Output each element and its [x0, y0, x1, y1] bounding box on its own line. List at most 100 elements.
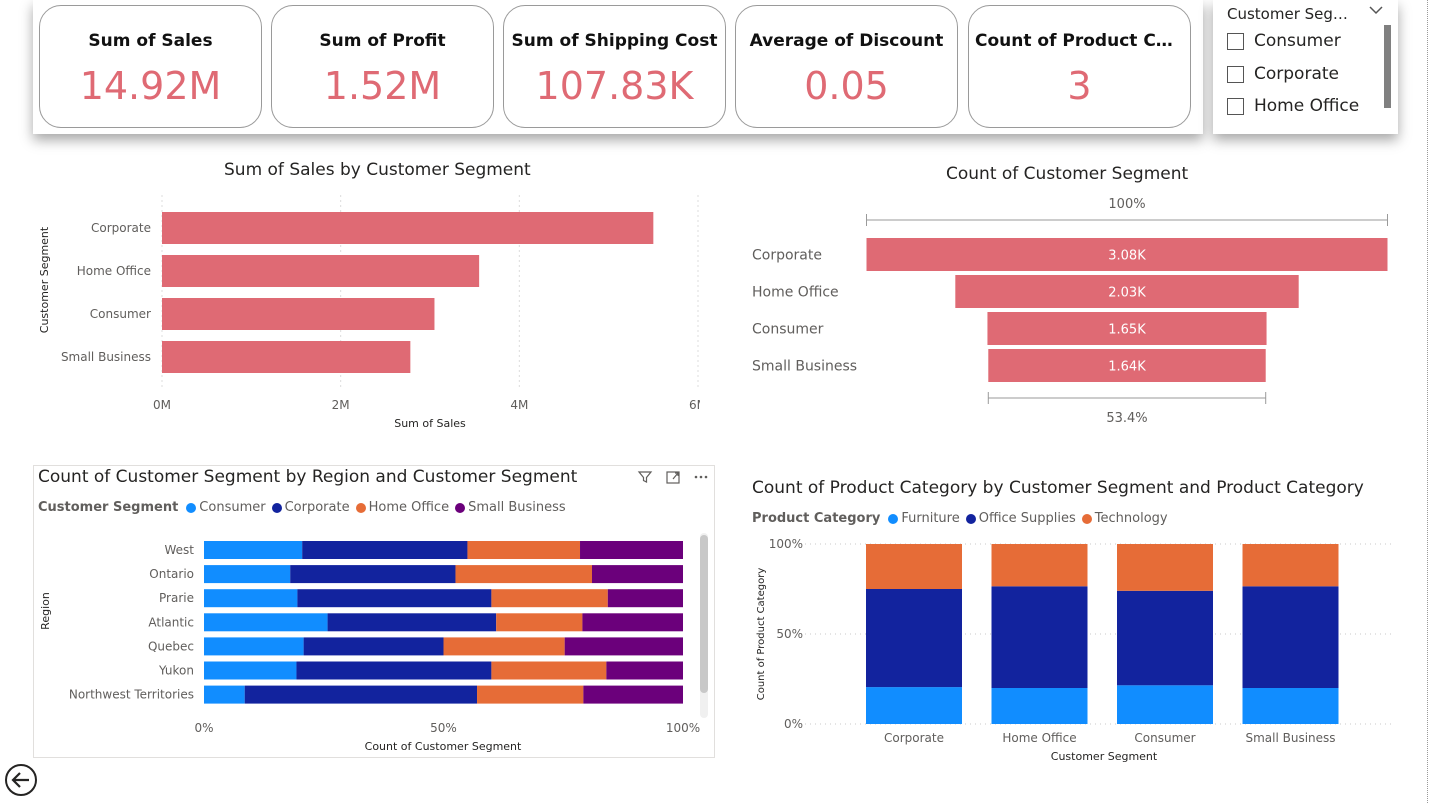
kpi-card-product-count[interactable]: Count of Product Category 3 [968, 5, 1191, 128]
slicer-item-corporate[interactable]: Corporate [1227, 62, 1339, 86]
slicer-item-home-office[interactable]: Home Office [1227, 94, 1359, 118]
bar-segment [580, 541, 683, 559]
column-segment [866, 687, 962, 724]
checkbox[interactable] [1227, 97, 1244, 115]
legend-marker [888, 513, 899, 524]
legend-label: Technology [1094, 511, 1168, 526]
visual-header-icons [637, 469, 709, 489]
more-options-icon[interactable] [693, 469, 709, 489]
column-segment [1242, 586, 1339, 688]
bar-segment [443, 637, 565, 656]
chart-title-funnel: Count of Customer Segment [946, 164, 1189, 184]
focus-mode-icon[interactable] [665, 469, 681, 489]
legend-item-technology[interactable]: Technology [1081, 511, 1168, 526]
legend-marker [271, 502, 282, 513]
kpi-value: 1.52M [323, 64, 442, 108]
region-legend: Customer Segment Consumer Corporate Home… [38, 500, 572, 515]
bar-segment [491, 589, 608, 608]
kpi-label: Average of Discount [749, 31, 944, 51]
legend-label: Furniture [901, 511, 960, 526]
legend-label: Home Office [368, 500, 450, 515]
legend-marker [186, 502, 197, 513]
column-segment [1117, 590, 1213, 686]
legend-marker [455, 502, 466, 513]
kpi-card-discount[interactable]: Average of Discount 0.05 [735, 5, 958, 128]
bar-segment [244, 685, 478, 704]
y-tick-label: 0% [784, 717, 803, 731]
legend-label: Corporate [284, 500, 350, 515]
legend-item-office-supplies[interactable]: Office Supplies [965, 511, 1076, 526]
kpi-value: 107.83K [535, 64, 694, 108]
kpi-card-profit[interactable]: Sum of Profit 1.52M [271, 5, 494, 128]
product-stacked-column-chart: 0% 50% 100% Corporate Home Office Consumer Sma… [756, 537, 1393, 763]
y-tick-label: Atlantic [148, 615, 194, 629]
segment-funnel-chart: 100% 3.08K Corporate 2.03K Home Office 1.65K C… [752, 197, 1388, 426]
y-tick-label: Corporate [91, 221, 151, 235]
bar-segment [491, 661, 607, 680]
bar-segment [477, 685, 584, 704]
slicer-item-label: Consumer [1254, 31, 1341, 51]
vertical-scrollbar[interactable] [700, 533, 708, 718]
bar-segment [290, 565, 456, 584]
chart-title-product: Count of Product Category by Customer Se… [752, 478, 1364, 498]
x-tick-label: 50% [430, 721, 457, 735]
checkbox[interactable] [1227, 65, 1244, 83]
legend-item-home-office[interactable]: Home Office [355, 500, 450, 515]
bar-segment [564, 637, 683, 656]
bar-segment [204, 541, 303, 559]
slicer-scrollbar[interactable] [1384, 25, 1391, 108]
filter-icon[interactable] [637, 469, 653, 489]
kpi-card-shipping-cost[interactable]: Sum of Shipping Cost 107.83K [503, 5, 726, 128]
chart-title-sales: Sum of Sales by Customer Segment [224, 160, 531, 180]
y-tick-label: Consumer [90, 307, 151, 321]
legend-item-corporate[interactable]: Corporate [271, 500, 350, 515]
bar-segment [607, 589, 683, 608]
bar-segment [583, 685, 683, 704]
funnel-category-label: Small Business [752, 359, 857, 375]
x-tick-label: Home Office [1002, 731, 1076, 745]
x-axis-title: Sum of Sales [394, 417, 466, 430]
bar-segment [204, 589, 298, 608]
x-tick-label: 0% [194, 721, 213, 735]
slicer-title: Customer Segment [1227, 5, 1355, 23]
bar-segment [204, 565, 291, 584]
x-axis-title: Count of Customer Segment [365, 740, 522, 753]
bar [162, 212, 654, 244]
checkbox[interactable] [1227, 32, 1244, 50]
sales-bar-chart: 0M 2M 4M 6M Corporate Home Office Consumer Smal… [38, 195, 700, 430]
bar [162, 298, 435, 330]
kpi-value: 3 [1067, 64, 1092, 108]
funnel-data-label: 1.65K [1108, 323, 1146, 338]
x-tick-label: Small Business [1245, 731, 1335, 745]
legend-label: Consumer [199, 500, 266, 515]
legend-item-consumer[interactable]: Consumer [186, 500, 266, 515]
bar-segment [302, 541, 468, 559]
funnel-data-label: 1.64K [1108, 360, 1146, 375]
kpi-label: Sum of Profit [319, 31, 446, 51]
bar-segment [606, 661, 683, 680]
scrollbar-thumb[interactable] [700, 535, 708, 693]
y-tick-label: 50% [776, 627, 803, 641]
bar-segment [204, 685, 245, 704]
chevron-down-icon[interactable] [1369, 4, 1383, 19]
funnel-category-label: Corporate [752, 248, 822, 264]
kpi-value: 14.92M [79, 64, 222, 108]
funnel-data-label: 3.08K [1108, 249, 1146, 264]
column-segment [866, 544, 962, 589]
bar-segment [296, 661, 492, 680]
region-stacked-bar-chart: West Ontario Prarie Atlantic Quebec Yukon Nort… [39, 541, 700, 753]
legend-marker [355, 502, 366, 513]
back-button[interactable] [4, 763, 38, 797]
y-axis-title: Customer Segment [38, 226, 51, 333]
funnel-category-label: Consumer [752, 322, 824, 338]
slicer-item-consumer[interactable]: Consumer [1227, 29, 1341, 53]
bar-segment [204, 637, 304, 656]
funnel-category-label: Home Office [752, 285, 839, 301]
x-axis-title: Customer Segment [1051, 750, 1158, 763]
legend-item-furniture[interactable]: Furniture [888, 511, 960, 526]
legend-item-small-business[interactable]: Small Business [455, 500, 566, 515]
kpi-card-sales[interactable]: Sum of Sales 14.92M [39, 5, 262, 128]
column-segment [1117, 685, 1213, 724]
legend-label: Small Business [468, 500, 566, 515]
bar-segment [303, 637, 444, 656]
